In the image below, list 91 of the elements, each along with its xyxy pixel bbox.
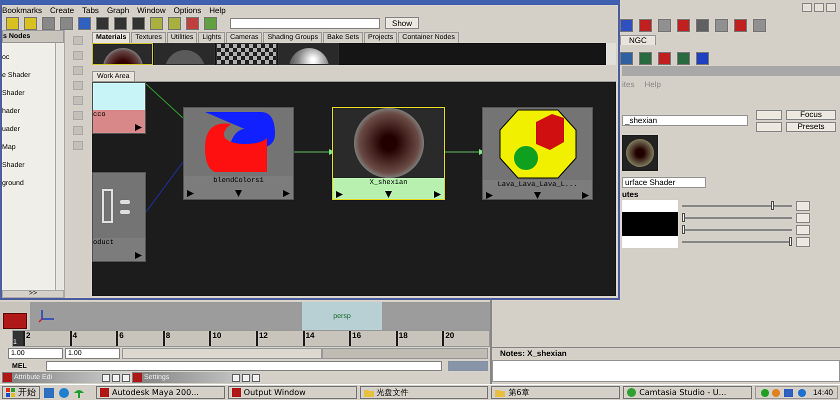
frame-tick: 18 (396, 331, 442, 346)
frame-tick: 14 (302, 331, 350, 346)
folder-icon (495, 388, 506, 396)
frame-tick: 10 (209, 331, 256, 346)
scrollbar[interactable] (55, 43, 64, 290)
menu-item[interactable]: Graph (106, 6, 130, 15)
shelf-tool-icon[interactable] (696, 52, 709, 65)
slider-thumb[interactable] (682, 225, 686, 234)
frame-tick: 16 (349, 331, 396, 346)
menu-item[interactable]: Window (137, 6, 166, 15)
app-icon (627, 388, 636, 397)
output-button[interactable] (756, 122, 782, 132)
taskbar-button[interactable]: Output Window (228, 386, 357, 399)
checker-swatch (217, 44, 276, 64)
frame-tick: 12 (256, 331, 303, 346)
map-button[interactable] (796, 237, 810, 247)
frame-tick: 6 (116, 331, 163, 346)
map-button[interactable] (796, 213, 810, 223)
map-button[interactable] (796, 201, 810, 211)
map-button[interactable] (796, 225, 810, 235)
material-swatch (622, 135, 658, 171)
range-slider[interactable] (122, 348, 488, 359)
menu-item[interactable]: Options (174, 6, 202, 15)
taskbar-button[interactable]: Camtasia Studio - U... (623, 386, 752, 399)
frame-tick: 20 (442, 331, 489, 346)
command-field[interactable] (46, 361, 442, 371)
maya-logo-icon (3, 373, 12, 382)
frame-tick: 2 (23, 331, 70, 346)
material-thumbnail[interactable] (278, 43, 339, 65)
toolbar-icon[interactable] (114, 16, 127, 30)
maya-logo-icon (100, 388, 109, 397)
axis-icon (38, 309, 56, 323)
slider-thumb[interactable] (788, 237, 792, 246)
color-swatch[interactable] (622, 236, 678, 248)
maya-logo-icon (232, 388, 241, 397)
shelf-tool-icon[interactable] (677, 52, 690, 65)
color-swatch[interactable] (622, 200, 678, 212)
close-button[interactable] (252, 374, 260, 382)
folder-icon (364, 388, 374, 396)
menu-item[interactable]: Bookmarks (2, 6, 42, 15)
shelf-tool-icon[interactable] (639, 52, 652, 65)
type-dropdown[interactable]: urface Shader (622, 177, 706, 188)
maximize-button[interactable] (242, 374, 250, 382)
taskbar-button[interactable]: 第6章 (491, 386, 620, 399)
scrollbar[interactable] (606, 43, 616, 65)
toolbar-icon[interactable] (96, 16, 109, 30)
maximize-button[interactable] (814, 3, 824, 12)
taskbar-button[interactable]: Autodesk Maya 200... (96, 386, 225, 399)
color-swatch[interactable] (622, 224, 678, 236)
color-swatch (93, 83, 145, 110)
maya-logo-icon (3, 313, 27, 329)
right-arrow-icon[interactable] (434, 190, 441, 198)
toolbar-icon[interactable] (78, 16, 91, 30)
down-arrow-icon[interactable] (385, 190, 392, 198)
material-thumbnail[interactable] (154, 43, 215, 65)
menu-item[interactable]: Help (209, 6, 226, 15)
slider-thumb[interactable] (682, 213, 686, 222)
material-thumbnail[interactable] (216, 43, 277, 65)
shelf-tool-icon[interactable] (620, 19, 633, 32)
maya-logo-icon (133, 373, 142, 382)
restore-button[interactable] (232, 374, 240, 382)
maximize-button[interactable] (112, 374, 120, 382)
clock: 14:40 (812, 388, 834, 397)
color-swatch[interactable] (622, 212, 678, 224)
input-button[interactable] (756, 110, 782, 120)
taskbar-button[interactable]: 光盘文件 (360, 386, 488, 399)
menu-item[interactable]: Tabs (82, 6, 99, 15)
search-field[interactable] (230, 18, 380, 28)
restore-button[interactable] (102, 374, 110, 382)
close-button[interactable] (826, 3, 836, 12)
right-arrow-icon[interactable] (135, 124, 142, 130)
notes-field[interactable] (492, 360, 840, 382)
minimize-button[interactable] (802, 3, 812, 12)
frame-tick: 4 (70, 331, 116, 346)
frame-tick: 8 (162, 331, 210, 346)
shelf-tool-icon[interactable] (620, 52, 633, 65)
right-arrow-icon[interactable] (336, 190, 343, 198)
slider-thumb[interactable] (771, 201, 774, 210)
material-thumbnail[interactable] (92, 43, 153, 65)
windows-logo-icon (6, 388, 16, 397)
node-name-field[interactable]: _shexian (622, 115, 748, 126)
show-button[interactable]: Show (385, 17, 420, 29)
close-button[interactable] (122, 374, 130, 382)
shelf-tab[interactable]: NGC (620, 35, 656, 45)
section-header: utes (622, 190, 640, 200)
start-button[interactable]: 开始 (2, 386, 40, 399)
menu-item[interactable]: Create (50, 6, 74, 15)
panel-button[interactable]: Focus (786, 110, 836, 120)
panel-button[interactable]: Presets (786, 122, 836, 132)
command-result-field (448, 361, 488, 371)
toolbar-icon[interactable] (132, 16, 145, 30)
